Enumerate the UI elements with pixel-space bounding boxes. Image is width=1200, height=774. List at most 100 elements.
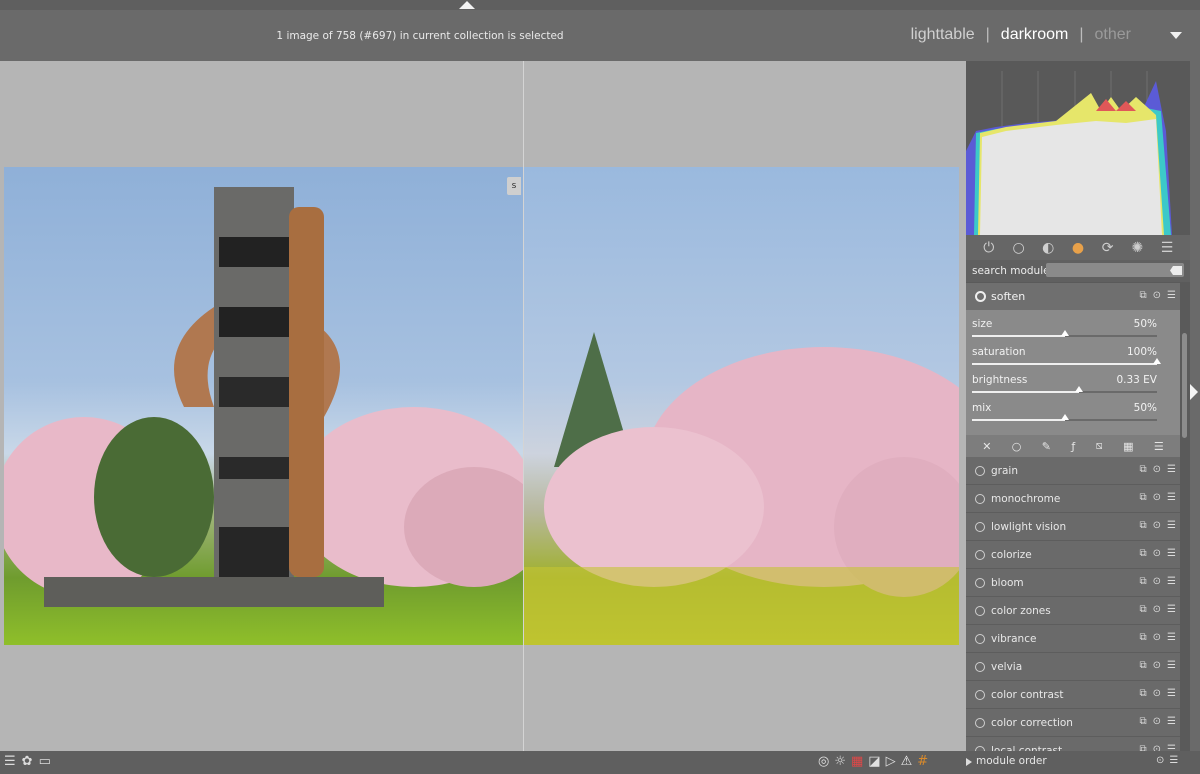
view-darkroom[interactable]: darkroom — [1001, 26, 1069, 43]
reset-icon[interactable]: ⊙ — [1153, 744, 1161, 751]
slider-knob[interactable] — [1153, 358, 1161, 364]
view-lighttable[interactable]: lighttable — [911, 26, 975, 43]
presets-icon[interactable]: ☰ — [1167, 290, 1176, 301]
reset-icon[interactable]: ⊙ — [1153, 660, 1161, 671]
search-input[interactable] — [1046, 263, 1184, 277]
split-divider[interactable] — [523, 61, 524, 751]
effect-icon[interactable]: ✺ — [1128, 240, 1146, 256]
module-row[interactable]: color contrast ⧉ ⊙ ☰ — [966, 681, 1180, 709]
module-row[interactable]: lowlight vision ⧉ ⊙ ☰ — [966, 513, 1180, 541]
multi-instance-icon[interactable]: ⧉ — [1140, 464, 1147, 475]
multi-instance-icon[interactable]: ⧉ — [1140, 660, 1147, 671]
panel-scrollbar[interactable] — [1182, 333, 1187, 438]
color-assessment-icon[interactable]: ☼ — [834, 754, 846, 769]
slider-knob[interactable] — [1075, 386, 1084, 392]
presets-icon[interactable]: ☰ — [1167, 520, 1176, 531]
reset-icon[interactable]: ⊙ — [1153, 632, 1161, 643]
reset-icon[interactable]: ⊙ — [1153, 290, 1161, 301]
power-icon[interactable] — [975, 606, 985, 616]
menu-icon[interactable]: ☰ — [4, 754, 16, 769]
power-icon[interactable] — [975, 662, 985, 672]
power-icon[interactable] — [975, 634, 985, 644]
multi-instance-icon[interactable]: ⧉ — [1140, 492, 1147, 503]
blend-off-icon[interactable]: ✕ — [982, 440, 991, 453]
styles-icon[interactable]: ✿ — [22, 754, 33, 769]
reset-icon[interactable]: ⊙ — [1153, 576, 1161, 587]
blend-parametric-mask-icon[interactable]: ƒ — [1071, 440, 1075, 453]
reset-icon[interactable]: ⊙ — [1153, 548, 1161, 559]
reset-icon[interactable]: ⊙ — [1153, 688, 1161, 699]
power-icon[interactable] — [975, 578, 985, 588]
presets-icon[interactable]: ☰ — [1167, 604, 1176, 615]
slider-brightness[interactable]: brightness 0.33 EV — [972, 373, 1157, 401]
right-panel-edge[interactable] — [1190, 61, 1200, 751]
tone-icon[interactable]: ◐ — [1039, 240, 1057, 256]
softproof-icon[interactable]: ▷ — [886, 754, 896, 769]
slider-mix[interactable]: mix 50% — [972, 401, 1157, 429]
presets-icon[interactable]: ☰ — [1167, 744, 1176, 751]
module-row[interactable]: grain ⧉ ⊙ ☰ — [966, 457, 1180, 485]
multi-instance-icon[interactable]: ⧉ — [1140, 716, 1147, 727]
multi-instance-icon[interactable]: ⧉ — [1140, 290, 1147, 301]
power-icon[interactable] — [975, 690, 985, 700]
gamut-check-icon[interactable]: ⚠ — [901, 754, 913, 769]
power-icon[interactable] — [975, 494, 985, 504]
module-row[interactable]: colorize ⧉ ⊙ ☰ — [966, 541, 1180, 569]
views-dropdown-icon[interactable] — [1170, 32, 1182, 39]
presets-icon[interactable]: ☰ — [1167, 688, 1176, 699]
top-panel-toggle-strip[interactable] — [0, 0, 1200, 10]
module-row[interactable]: monochrome ⧉ ⊙ ☰ — [966, 485, 1180, 513]
guides-icon[interactable]: # — [917, 754, 928, 769]
circle-icon[interactable]: ○ — [1010, 240, 1028, 256]
multi-instance-icon[interactable]: ⧉ — [1140, 576, 1147, 587]
presets-icon[interactable]: ☰ — [1167, 660, 1176, 671]
multi-instance-icon[interactable]: ⧉ — [1140, 632, 1147, 643]
power-icon[interactable] — [975, 550, 985, 560]
reset-icon[interactable]: ⊙ — [1153, 604, 1161, 615]
display-icon[interactable]: ▭ — [39, 754, 51, 769]
reset-icon[interactable]: ⊙ — [1153, 520, 1161, 531]
presets-icon[interactable]: ☰ — [1169, 755, 1178, 766]
correct-icon[interactable]: ⟳ — [1099, 240, 1117, 256]
multi-instance-icon[interactable]: ⧉ — [1140, 744, 1147, 751]
split-handle[interactable]: s — [507, 177, 521, 195]
presets-icon[interactable]: ☰ — [1167, 492, 1176, 503]
slider-knob[interactable] — [1060, 330, 1069, 336]
blend-raster-mask-icon[interactable]: ▦ — [1123, 440, 1133, 453]
module-row[interactable]: bloom ⧉ ⊙ ☰ — [966, 569, 1180, 597]
menu-icon[interactable]: ☰ — [1154, 440, 1164, 453]
slider-saturation[interactable]: saturation 100% — [972, 345, 1161, 373]
clipping-icon[interactable]: ◪ — [868, 754, 880, 769]
module-order-label[interactable]: module order — [976, 755, 1047, 767]
image-preview[interactable] — [4, 167, 959, 645]
collapse-right-arrow-icon[interactable] — [1190, 384, 1198, 400]
blend-drawn-mask-icon[interactable]: ✎ — [1042, 440, 1051, 453]
slider-size[interactable]: size 50% — [972, 317, 1157, 345]
blend-uniform-icon[interactable]: ○ — [1012, 440, 1022, 453]
reset-icon[interactable]: ⊙ — [1153, 464, 1161, 475]
color-icon[interactable]: ● — [1069, 240, 1087, 256]
menu-icon[interactable]: ☰ — [1158, 240, 1176, 256]
presets-icon[interactable]: ☰ — [1167, 632, 1176, 643]
power-icon[interactable] — [975, 522, 985, 532]
power-icon[interactable] — [975, 291, 986, 302]
power-icon[interactable]: ⏻ — [980, 240, 998, 256]
histogram[interactable] — [966, 61, 1190, 235]
presets-icon[interactable]: ☰ — [1167, 576, 1176, 587]
module-row[interactable]: color correction ⧉ ⊙ ☰ — [966, 709, 1180, 737]
focus-peaking-icon[interactable]: ◎ — [818, 754, 829, 769]
presets-icon[interactable]: ☰ — [1167, 464, 1176, 475]
presets-icon[interactable]: ☰ — [1167, 548, 1176, 559]
reset-icon[interactable]: ⊙ — [1153, 492, 1161, 503]
multi-instance-icon[interactable]: ⧉ — [1140, 604, 1147, 615]
slider-knob[interactable] — [1060, 414, 1069, 420]
module-row[interactable]: vibrance ⧉ ⊙ ☰ — [966, 625, 1180, 653]
reset-icon[interactable]: ⊙ — [1153, 716, 1161, 727]
module-row[interactable]: color zones ⧉ ⊙ ☰ — [966, 597, 1180, 625]
module-row[interactable]: local contrast ⧉ ⊙ ☰ — [966, 737, 1180, 751]
module-row[interactable]: velvia ⧉ ⊙ ☰ — [966, 653, 1180, 681]
image-canvas[interactable]: s — [0, 61, 966, 751]
blend-combined-mask-icon[interactable]: ⧅ — [1096, 439, 1103, 453]
raw-overexposed-icon[interactable]: ▦ — [851, 754, 863, 769]
module-header-soften[interactable]: soften ⧉ ⊙ ☰ — [966, 283, 1180, 310]
